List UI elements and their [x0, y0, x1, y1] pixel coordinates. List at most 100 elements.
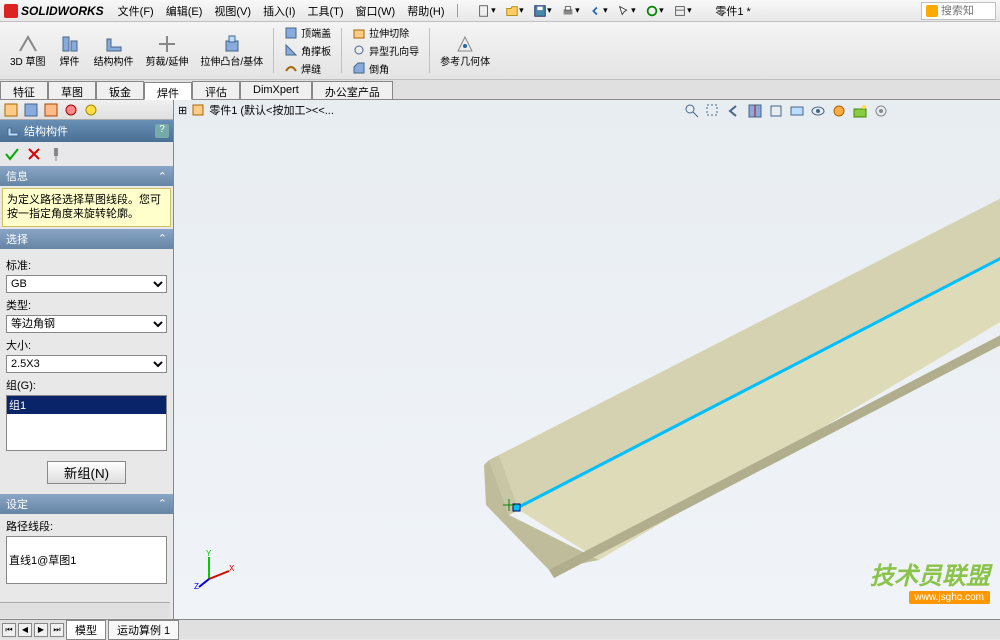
part-icon — [191, 103, 205, 117]
search-input[interactable] — [941, 5, 991, 17]
tab-evaluate[interactable]: 评估 — [192, 81, 240, 99]
structural-member-icon — [6, 124, 20, 138]
type-label: 类型: — [6, 297, 167, 313]
pm-settings-header[interactable]: 设定⌃ — [0, 494, 173, 514]
menu-help[interactable]: 帮助(H) — [401, 1, 450, 21]
pm-cancel-button[interactable] — [26, 146, 42, 162]
bottom-tab-motion[interactable]: 运动算例 1 — [108, 620, 179, 640]
watermark: 技术员联盟 www.jsgho.com — [870, 556, 990, 604]
path-segments-input[interactable] — [6, 536, 167, 584]
3d-model — [344, 110, 1000, 590]
app-logo: SOLIDWORKS — [4, 4, 104, 18]
quick-access-toolbar: ▾ ▾ ▾ ▾ ▾ ▾ ▾ ▾ — [473, 2, 695, 20]
open-button[interactable]: ▾ — [501, 2, 527, 20]
dimxpert-tab[interactable] — [62, 102, 80, 118]
watermark-url: www.jsgho.com — [909, 591, 990, 604]
size-select[interactable]: 2.5X3 — [6, 355, 167, 373]
ribbon-cut-extrude[interactable]: 拉伸切除 — [350, 24, 421, 41]
tab-nav-next[interactable]: ▶ — [34, 623, 48, 637]
tab-sheetmetal[interactable]: 钣金 — [96, 81, 144, 99]
pm-help-button[interactable]: ? — [155, 124, 169, 138]
svg-text:Y: Y — [206, 549, 212, 558]
pm-title-bar: 结构构件 ? — [0, 120, 173, 142]
menu-insert[interactable]: 插入(I) — [257, 1, 301, 21]
tab-nav-prev[interactable]: ◀ — [18, 623, 32, 637]
pm-info-header[interactable]: 信息⌃ — [0, 166, 173, 186]
menu-view[interactable]: 视图(V) — [208, 1, 257, 21]
standard-select[interactable]: GB — [6, 275, 167, 293]
tab-office[interactable]: 办公室产品 — [312, 81, 393, 99]
collapse-icon: ⌃ — [158, 232, 167, 245]
bottom-tab-model[interactable]: 模型 — [66, 620, 106, 640]
bottom-tab-bar: ⏮ ◀ ▶ ⏭ 模型 运动算例 1 — [0, 619, 1000, 639]
ribbon-weld-bead[interactable]: 焊缝 — [282, 60, 333, 77]
ribbon: 3D 草图 焊件 结构构件 剪裁/延伸 拉伸凸台/基体 顶端盖 角撑板 焊缝 拉… — [0, 22, 1000, 80]
new-button[interactable]: ▾ — [473, 2, 499, 20]
feature-tree-flyout[interactable]: ⊞ 零件1 (默认<按加工><<... — [178, 102, 334, 118]
command-tabs: 特征 草图 钣金 焊件 评估 DimXpert 办公室产品 — [0, 80, 1000, 100]
ribbon-extrude-boss[interactable]: 拉伸凸台/基体 — [194, 24, 269, 77]
group-item-1[interactable]: 组1 — [7, 396, 166, 414]
collapse-icon: ⌃ — [158, 170, 167, 183]
menu-window[interactable]: 窗口(W) — [350, 1, 402, 21]
menu-edit[interactable]: 编辑(E) — [160, 1, 209, 21]
options-button[interactable]: ▾ — [669, 2, 695, 20]
pm-select-header[interactable]: 选择⌃ — [0, 229, 173, 249]
pm-ok-button[interactable] — [4, 146, 20, 162]
pm-info-text: 为定义路径选择草图线段。您可按一指定角度来旋转轮廓。 — [2, 188, 171, 227]
svg-text:X: X — [229, 564, 234, 573]
tab-features[interactable]: 特征 — [0, 81, 48, 99]
ribbon-trim-extend[interactable]: 剪裁/延伸 — [140, 24, 195, 77]
save-button[interactable]: ▾ — [529, 2, 555, 20]
pm-action-row — [0, 142, 173, 166]
tab-nav-first[interactable]: ⏮ — [2, 623, 16, 637]
tab-dimxpert[interactable]: DimXpert — [240, 81, 312, 99]
ribbon-structural-member[interactable]: 结构构件 — [88, 24, 140, 77]
graphics-viewport[interactable]: ⊞ 零件1 (默认<按加工><<... — [174, 100, 1000, 619]
watermark-brand: 技术员联盟 — [870, 556, 990, 591]
path-segments-label: 路径线段: — [6, 518, 167, 534]
new-group-button[interactable]: 新组(N) — [47, 461, 126, 484]
expand-icon[interactable]: ⊞ — [178, 104, 187, 117]
property-manager-panel: 结构构件 ? 信息⌃ 为定义路径选择草图线段。您可按一指定角度来旋转轮廓。 选择… — [0, 100, 174, 619]
pm-title-text: 结构构件 — [24, 123, 68, 139]
solidworks-icon — [4, 4, 18, 18]
property-manager-tab[interactable] — [22, 102, 40, 118]
document-title: 零件1 * — [715, 3, 750, 19]
menu-tools[interactable]: 工具(T) — [301, 1, 349, 21]
ribbon-end-cap[interactable]: 顶端盖 — [282, 24, 333, 41]
group-listbox[interactable]: 组1 — [6, 395, 167, 451]
ribbon-weldment[interactable]: 焊件 — [52, 24, 88, 77]
rebuild-button[interactable]: ▾ — [641, 2, 667, 20]
search-icon — [926, 5, 938, 17]
breadcrumb-text: 零件1 (默认<按加工><<... — [209, 102, 334, 118]
ribbon-hole-wizard[interactable]: 异型孔向导 — [350, 42, 421, 59]
undo-button[interactable]: ▾ — [585, 2, 611, 20]
search-box[interactable] — [921, 2, 996, 20]
ribbon-gusset[interactable]: 角撑板 — [282, 42, 333, 59]
pm-pushpin-button[interactable] — [48, 146, 64, 162]
feature-manager-tabs — [0, 100, 173, 120]
type-select[interactable]: 等边角钢 — [6, 315, 167, 333]
standard-label: 标准: — [6, 257, 167, 273]
collapse-icon: ⌃ — [158, 497, 167, 510]
tab-weldments[interactable]: 焊件 — [144, 82, 192, 100]
svg-text:Z: Z — [194, 582, 199, 589]
ribbon-reference-geometry[interactable]: 参考几何体 — [434, 24, 496, 77]
panel-scrollbar[interactable] — [0, 602, 170, 618]
select-button[interactable]: ▾ — [613, 2, 639, 20]
tab-sketch[interactable]: 草图 — [48, 81, 96, 99]
ribbon-chamfer[interactable]: 倒角 — [350, 60, 421, 77]
tab-nav-last[interactable]: ⏭ — [50, 623, 64, 637]
group-label: 组(G): — [6, 377, 167, 393]
orientation-triad[interactable]: Y X Z — [194, 549, 234, 589]
separator: │ — [455, 5, 462, 17]
feature-tree-tab[interactable] — [2, 102, 20, 118]
menu-file[interactable]: 文件(F) — [112, 1, 160, 21]
display-tab[interactable] — [82, 102, 100, 118]
print-button[interactable]: ▾ — [557, 2, 583, 20]
app-name: SOLIDWORKS — [21, 4, 104, 18]
menubar: SOLIDWORKS 文件(F) 编辑(E) 视图(V) 插入(I) 工具(T)… — [0, 0, 1000, 22]
configuration-tab[interactable] — [42, 102, 60, 118]
ribbon-3d-sketch[interactable]: 3D 草图 — [4, 24, 52, 77]
